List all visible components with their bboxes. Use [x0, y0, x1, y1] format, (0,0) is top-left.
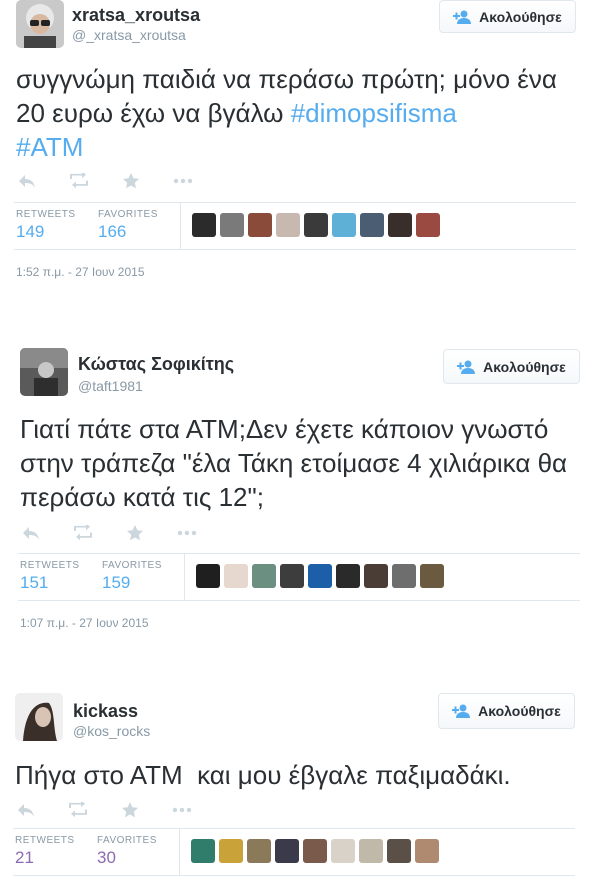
favorites-stat[interactable]: FAVORITES 166 [98, 209, 158, 242]
tweet-stats: RETWEETS 151 FAVORITES 159 [18, 553, 580, 601]
avatar[interactable] [16, 0, 64, 48]
reply-icon[interactable] [16, 172, 38, 190]
avatar[interactable] [280, 564, 304, 588]
more-icon[interactable] [172, 172, 194, 190]
reply-icon[interactable] [15, 801, 37, 819]
star-icon[interactable] [119, 801, 141, 819]
avatar[interactable] [196, 564, 220, 588]
retweet-icon[interactable] [72, 524, 94, 542]
tweet-stats: RETWEETS 21 FAVORITES 30 [13, 828, 575, 876]
user-name[interactable]: Κώστας Σοφικίτης [78, 354, 234, 375]
tweet-actions [16, 172, 194, 190]
avatar[interactable] [359, 839, 383, 863]
avatar[interactable] [360, 213, 384, 237]
avatar[interactable] [275, 839, 299, 863]
avatar[interactable] [332, 213, 356, 237]
add-user-icon [453, 10, 472, 24]
retweets-count: 21 [15, 848, 34, 867]
avatar[interactable] [252, 564, 276, 588]
tweet-actions [20, 524, 198, 542]
follow-label: Ακολούθησε [478, 703, 561, 719]
avatar[interactable] [248, 213, 272, 237]
favorites-count: 159 [102, 573, 131, 592]
retweets-stat[interactable]: RETWEETS 149 [16, 209, 76, 242]
hashtag-link[interactable]: #dimopsifisma [291, 98, 457, 128]
user-name[interactable]: xratsa_xroutsa [72, 5, 200, 26]
favorites-stat[interactable]: FAVORITES 30 [97, 835, 157, 868]
follow-button[interactable]: Ακολούθησε [439, 0, 576, 33]
more-icon[interactable] [171, 801, 193, 819]
retweet-icon[interactable] [67, 801, 89, 819]
favoriter-avatars [196, 564, 444, 588]
retweets-count: 151 [20, 573, 49, 592]
tweet-text: συγγνώμη παιδιά να περάσω πρώτη; μόνο έν… [16, 62, 576, 164]
follow-button[interactable]: Ακολούθησε [443, 349, 580, 384]
tweet-1: xratsa_xroutsa @_xratsa_xroutsa Ακολούθη… [0, 0, 606, 300]
retweets-label: RETWEETS [20, 560, 80, 571]
tweet-timestamp[interactable]: 1:07 π.μ. - 27 Ιουν 2015 [20, 616, 149, 630]
favoriter-avatars [191, 839, 439, 863]
tweet-2: Κώστας Σοφικίτης @taft1981 Ακολούθησε Γι… [0, 345, 606, 645]
avatar[interactable] [420, 564, 444, 588]
tweet-3: kickass @kos_rocks Ακολούθησε Πήγα στο Α… [0, 688, 606, 885]
divider [179, 829, 180, 875]
star-icon[interactable] [120, 172, 142, 190]
user-handle[interactable]: @kos_rocks [73, 723, 150, 739]
tweet-text: Πήγα στο ΑΤΜ και μου έβγαλε παξιμαδάκι. [15, 760, 511, 790]
avatar[interactable] [303, 839, 327, 863]
add-user-icon [452, 704, 471, 718]
avatar[interactable] [388, 213, 412, 237]
user-handle[interactable]: @_xratsa_xroutsa [72, 27, 186, 43]
retweets-label: RETWEETS [15, 835, 75, 846]
user-handle[interactable]: @taft1981 [78, 378, 143, 394]
avatar[interactable] [387, 839, 411, 863]
avatar[interactable] [336, 564, 360, 588]
more-icon[interactable] [176, 524, 198, 542]
avatar[interactable] [276, 213, 300, 237]
avatar[interactable] [20, 348, 68, 396]
avatar[interactable] [364, 564, 388, 588]
avatar[interactable] [191, 839, 215, 863]
favorites-label: FAVORITES [102, 560, 162, 571]
follow-label: Ακολούθησε [479, 8, 562, 25]
avatar[interactable] [304, 213, 328, 237]
follow-label: Ακολούθησε [483, 358, 566, 375]
tweet-stats: RETWEETS 149 FAVORITES 166 [14, 202, 576, 250]
avatar[interactable] [224, 564, 248, 588]
avatar[interactable] [247, 839, 271, 863]
avatar[interactable] [416, 213, 440, 237]
avatar[interactable] [15, 693, 63, 741]
user-name[interactable]: kickass [73, 701, 138, 722]
avatar[interactable] [220, 213, 244, 237]
avatar[interactable] [331, 839, 355, 863]
follow-button[interactable]: Ακολούθησε [438, 693, 575, 729]
star-icon[interactable] [124, 524, 146, 542]
favorites-stat[interactable]: FAVORITES 159 [102, 560, 162, 593]
retweets-stat[interactable]: RETWEETS 151 [20, 560, 80, 593]
favoriter-avatars [192, 213, 440, 237]
favorites-count: 30 [97, 848, 116, 867]
avatar[interactable] [392, 564, 416, 588]
avatar[interactable] [192, 213, 216, 237]
tweet-actions [15, 801, 193, 819]
reply-icon[interactable] [20, 524, 42, 542]
avatar[interactable] [219, 839, 243, 863]
hashtag-link[interactable]: #ATM [16, 132, 83, 162]
tweet-body: συγγνώμη παιδιά να περάσω πρώτη; μόνο έν… [16, 64, 557, 128]
avatar[interactable] [308, 564, 332, 588]
divider [180, 203, 181, 249]
retweet-icon[interactable] [68, 172, 90, 190]
tweet-text: Γιατί πάτε στα ΑΤΜ;Δεν έχετε κάποιον γνω… [20, 414, 568, 512]
favorites-count: 166 [98, 222, 127, 241]
retweets-count: 149 [16, 222, 45, 241]
add-user-icon [457, 360, 476, 374]
favorites-label: FAVORITES [98, 209, 158, 220]
retweets-stat[interactable]: RETWEETS 21 [15, 835, 75, 868]
favorites-label: FAVORITES [97, 835, 157, 846]
retweets-label: RETWEETS [16, 209, 76, 220]
divider [184, 554, 185, 600]
tweet-timestamp[interactable]: 1:52 π.μ. - 27 Ιουν 2015 [16, 265, 145, 279]
avatar[interactable] [415, 839, 439, 863]
